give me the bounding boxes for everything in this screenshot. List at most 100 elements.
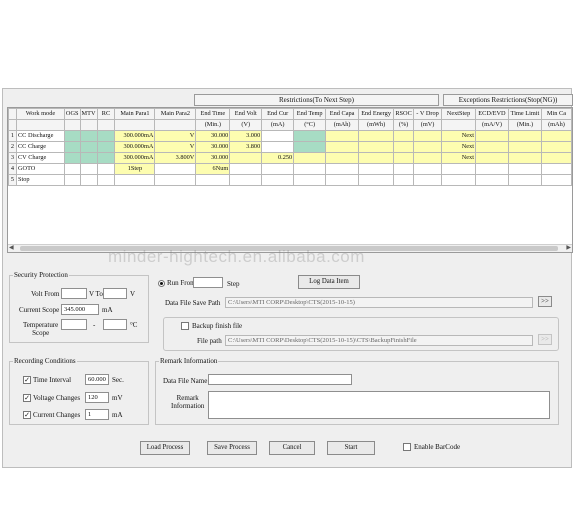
- col-header-end-energy[interactable]: End Energy: [358, 108, 395, 120]
- current-changes-checkbox[interactable]: ✓: [23, 411, 31, 419]
- cell-v-drop[interactable]: [413, 152, 443, 164]
- step-grid[interactable]: Work mode OGS MTV RC Main Para1 Main Par…: [7, 107, 573, 253]
- cell-main-para1[interactable]: 300.000mA: [114, 152, 156, 164]
- cell-ecd-evd[interactable]: [474, 130, 509, 142]
- cell-ecd-evd[interactable]: [474, 174, 509, 186]
- temp-to-input[interactable]: [103, 319, 127, 330]
- cell-ogs[interactable]: [63, 174, 81, 186]
- cell-time-limit[interactable]: [507, 152, 542, 164]
- voltage-changes-input[interactable]: 120: [85, 392, 109, 403]
- cell-ecd-evd[interactable]: [474, 141, 509, 153]
- cell-end-energy[interactable]: [358, 163, 395, 175]
- cell-work-mode[interactable]: CV Charge: [15, 152, 65, 164]
- cell-nextstep[interactable]: [441, 174, 476, 186]
- save-process-button[interactable]: Save Process: [207, 441, 257, 455]
- cell-mtv[interactable]: [79, 174, 98, 186]
- col-header-work-mode[interactable]: Work mode: [15, 108, 65, 120]
- cell-rc[interactable]: [96, 174, 116, 186]
- cell-ecd-evd[interactable]: [474, 152, 509, 164]
- cell-min-ca[interactable]: [540, 163, 572, 175]
- cell-time-limit[interactable]: [507, 174, 542, 186]
- cell-end-temp[interactable]: [293, 174, 327, 186]
- cell-main-para2[interactable]: [154, 174, 197, 186]
- cell-rc[interactable]: [96, 163, 116, 175]
- cell-end-cur[interactable]: [261, 174, 295, 186]
- current-changes-input[interactable]: 1: [85, 409, 109, 420]
- cell-work-mode[interactable]: Stop: [15, 174, 65, 186]
- cell-mtv[interactable]: [79, 141, 98, 153]
- cell-end-cur[interactable]: [261, 141, 295, 153]
- remark-textarea[interactable]: [208, 391, 550, 419]
- temp-from-input[interactable]: [61, 319, 87, 330]
- cell-rc[interactable]: [96, 130, 116, 142]
- cell-end-temp[interactable]: [293, 130, 327, 142]
- cell-v-drop[interactable]: [413, 141, 443, 153]
- cell-ogs[interactable]: [63, 163, 81, 175]
- col-header-end-volt[interactable]: End Volt: [229, 108, 263, 120]
- cell-end-time[interactable]: 30.000: [195, 130, 231, 142]
- col-header-end-time[interactable]: End Time: [195, 108, 231, 120]
- cell-end-volt[interactable]: 3.800: [229, 141, 263, 153]
- volt-from-input[interactable]: [61, 288, 87, 299]
- load-process-button[interactable]: Load Process: [140, 441, 190, 455]
- col-header-v-drop[interactable]: - V Drop: [413, 108, 443, 120]
- col-header-mtv[interactable]: MTV: [79, 108, 98, 120]
- cell-rsoc[interactable]: [393, 141, 415, 153]
- cell-end-capa[interactable]: [325, 130, 360, 142]
- file-path-input[interactable]: C:\Users\MTI CORP\Desktop\CTS(2015-10-15…: [225, 335, 533, 346]
- scroll-left-arrow-icon[interactable]: ◀: [9, 245, 14, 252]
- cell-end-energy[interactable]: [358, 141, 395, 153]
- cell-nextstep[interactable]: Next: [441, 130, 476, 142]
- cell-rsoc[interactable]: [393, 152, 415, 164]
- cell-main-para1[interactable]: 300.000mA: [114, 130, 156, 142]
- cell-end-cur[interactable]: [261, 163, 295, 175]
- cell-mtv[interactable]: [79, 152, 98, 164]
- cell-end-temp[interactable]: [293, 163, 327, 175]
- cell-end-energy[interactable]: [358, 152, 395, 164]
- cell-work-mode[interactable]: GOTO: [15, 163, 65, 175]
- col-header-min-ca[interactable]: Min Ca: [540, 108, 572, 120]
- cell-end-temp[interactable]: [293, 152, 327, 164]
- cell-rsoc[interactable]: [393, 130, 415, 142]
- browse-save-path-button[interactable]: >>: [538, 296, 552, 307]
- col-header-rsoc[interactable]: RSOC: [393, 108, 415, 120]
- cell-main-para2[interactable]: [154, 163, 197, 175]
- cell-ogs[interactable]: [63, 152, 81, 164]
- col-header-main-para1[interactable]: Main Para1: [114, 108, 156, 120]
- cell-rc[interactable]: [96, 152, 116, 164]
- table-row[interactable]: 1 CC Discharge 300.000mA V 30.000 3.000 …: [8, 130, 572, 142]
- cell-min-ca[interactable]: [540, 152, 572, 164]
- col-header-end-cur[interactable]: End Cur: [261, 108, 295, 120]
- cell-end-volt[interactable]: [229, 163, 263, 175]
- table-row[interactable]: 3 CV Charge 300.000mA 3.800V 30.000 0.25…: [8, 152, 572, 164]
- cell-nextstep[interactable]: [441, 163, 476, 175]
- cell-min-ca[interactable]: [540, 141, 572, 153]
- table-row[interactable]: 5 Stop: [8, 174, 572, 186]
- cell-ecd-evd[interactable]: [474, 163, 509, 175]
- cell-main-para2[interactable]: V: [154, 141, 197, 153]
- cell-end-cur[interactable]: 0.250: [261, 152, 295, 164]
- browse-file-path-button[interactable]: >>: [538, 334, 552, 345]
- cell-rsoc[interactable]: [393, 174, 415, 186]
- cell-end-energy[interactable]: [358, 174, 395, 186]
- time-interval-input[interactable]: 60.000: [85, 374, 109, 385]
- volt-to-input[interactable]: [103, 288, 127, 299]
- col-header-main-para2[interactable]: Main Para2: [154, 108, 197, 120]
- cell-end-time[interactable]: 6Num: [195, 163, 231, 175]
- cell-work-mode[interactable]: CC Discharge: [15, 130, 65, 142]
- cell-main-para1[interactable]: [114, 174, 156, 186]
- cell-v-drop[interactable]: [413, 174, 443, 186]
- save-path-input[interactable]: C:\Users\MTI CORP\Desktop\CTS(2015-10-15…: [225, 297, 533, 308]
- cell-v-drop[interactable]: [413, 130, 443, 142]
- backup-checkbox[interactable]: [181, 322, 189, 330]
- cell-end-capa[interactable]: [325, 152, 360, 164]
- enable-barcode-checkbox[interactable]: [403, 443, 411, 451]
- cell-end-temp[interactable]: [293, 141, 327, 153]
- cell-end-volt[interactable]: [229, 152, 263, 164]
- table-row[interactable]: 4 GOTO 1Step 6Num: [8, 163, 572, 175]
- col-header-time-limit[interactable]: Time Limit: [507, 108, 542, 120]
- cell-nextstep[interactable]: Next: [441, 152, 476, 164]
- cell-time-limit[interactable]: [507, 163, 542, 175]
- col-header-ogs[interactable]: OGS: [63, 108, 81, 120]
- data-file-name-input[interactable]: [208, 374, 352, 385]
